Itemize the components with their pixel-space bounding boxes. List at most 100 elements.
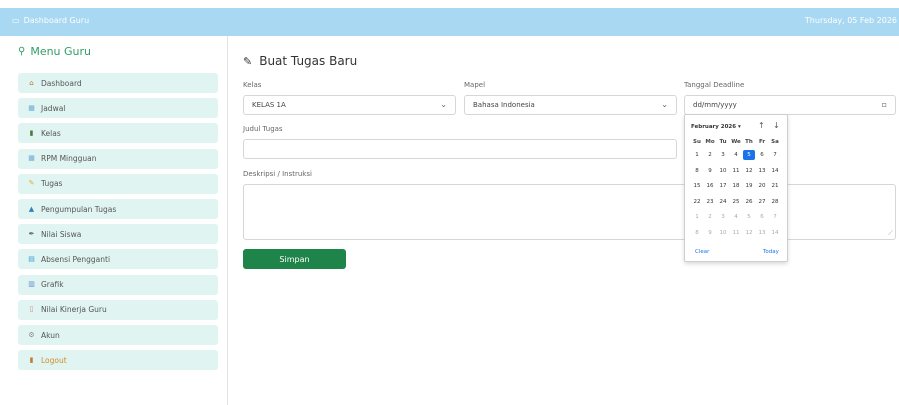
calendar-day[interactable]: 24 [717, 197, 729, 207]
kelas-select[interactable]: KELAS 1A ⌄ [243, 95, 456, 115]
calendar-day[interactable]: 12 [743, 166, 755, 176]
clipboard-icon: ▤ [28, 254, 35, 263]
calendar-day[interactable]: 10 [717, 166, 729, 176]
calendar-day[interactable]: 4 [730, 212, 742, 222]
calendar-day[interactable]: 8 [691, 228, 703, 238]
calendar-clear-button[interactable]: Clear [695, 249, 709, 255]
sidebar-item-label: Absensi Pengganti [41, 254, 111, 264]
sidebar-item-label: Grafik [41, 280, 64, 290]
calendar-day[interactable]: 3 [717, 212, 729, 222]
sidebar-item-label: Pengumpulan Tugas [41, 204, 117, 214]
calendar-weekday: Fr [758, 139, 766, 145]
pen-icon: ✒ [28, 229, 35, 238]
calendar-day[interactable]: 6 [756, 150, 768, 160]
calendar-today-button[interactable]: Today [763, 249, 779, 255]
calendar-day[interactable]: 11 [730, 166, 742, 176]
current-date: Thursday, 05 Feb 2026 [804, 16, 897, 25]
arrow-down-icon[interactable]: ↓ [773, 121, 780, 130]
resize-handle-icon[interactable]: ⟋ [888, 229, 893, 238]
app-title: Dashboard Guru [23, 16, 90, 25]
simpan-button[interactable]: Simpan [243, 249, 346, 269]
calendar-weekday: Mo [705, 139, 715, 145]
calendar-day[interactable]: 2 [704, 212, 716, 222]
calendar-day[interactable]: 3 [717, 150, 729, 160]
calendar-day[interactable]: 18 [730, 181, 742, 191]
calendar-month-selector[interactable]: February 2026 ▾ [691, 124, 741, 130]
calendar-day[interactable]: 13 [756, 166, 768, 176]
calendar-day[interactable]: 11 [730, 228, 742, 238]
sidebar-item-nilai-kinerja-guru[interactable]: ▯ Nilai Kinerja Guru [18, 299, 218, 320]
deadline-label: Tanggal Deadline [684, 81, 745, 89]
sidebar-item-rpm-mingguan[interactable]: ▦ RPM Mingguan [18, 148, 218, 169]
sidebar-item-label: Logout [41, 355, 67, 365]
gear-icon: ⚙ [28, 330, 35, 339]
calendar-day[interactable]: 9 [704, 228, 716, 238]
arrow-up-icon[interactable]: ↑ [758, 121, 765, 130]
calendar-day[interactable]: 21 [769, 181, 781, 191]
calendar-day[interactable]: 13 [756, 228, 768, 238]
calendar-day[interactable]: 25 [730, 197, 742, 207]
sidebar-item-grafik[interactable]: ▥ Grafik [18, 274, 218, 295]
calendar-weekday: We [731, 139, 741, 145]
calendar-icon: ▦ [28, 154, 35, 163]
upload-icon: ▲ [28, 204, 35, 213]
calendar-weekday: Sa [771, 139, 779, 145]
calendar-day[interactable]: 12 [743, 228, 755, 238]
sidebar: ⚲ Menu Guru ⌂ Dashboard ▦ Jadwal ▮ Kelas ▦ RPM … [0, 36, 228, 405]
books-icon: ▮ [29, 128, 34, 137]
calendar-day[interactable]: 26 [743, 197, 755, 207]
calendar-day[interactable]: 20 [756, 181, 768, 191]
sidebar-item-pengumpulan-tugas[interactable]: ▲ Pengumpulan Tugas [18, 199, 218, 219]
deadline-date-input[interactable]: dd/mm/yyyy ▫ [684, 95, 896, 115]
sidebar-item-label: Nilai Siswa [41, 229, 82, 239]
sidebar-item-akun[interactable]: ⚙ Akun [18, 325, 218, 345]
calendar-day[interactable]: 23 [704, 197, 716, 207]
sidebar-item-dashboard[interactable]: ⌂ Dashboard [18, 73, 218, 93]
calendar-day[interactable]: 27 [756, 197, 768, 207]
deskripsi-textarea[interactable]: ⟋ [243, 184, 896, 240]
calendar-day[interactable]: 7 [769, 212, 781, 222]
calendar-day[interactable]: 28 [769, 197, 781, 207]
calendar-day[interactable]: 14 [769, 228, 781, 238]
sidebar-item-label: Nilai Kinerja Guru [41, 305, 107, 315]
brand: ▭ Dashboard Guru [12, 16, 89, 25]
calendar-day[interactable]: 4 [730, 150, 742, 160]
sidebar-item-tugas[interactable]: ✎ Tugas [18, 173, 218, 194]
sidebar-item-absensi-pengganti[interactable]: ▤ Absensi Pengganti [18, 249, 218, 270]
monitor-icon: ▭ [12, 16, 20, 25]
calendar-day[interactable]: 14 [769, 166, 781, 176]
calendar-icon[interactable]: ▫ [882, 100, 887, 109]
date-picker-popup: February 2026 ▾ ↑ ↓ Su Mo Tu We Th Fr Sa 1 2 3 4 5 6… [684, 114, 788, 262]
edit-icon: ✎ [243, 54, 253, 68]
calendar-day[interactable]: 15 [691, 181, 703, 191]
calendar-day[interactable]: 22 [691, 197, 703, 207]
page-title: ✎ Buat Tugas Baru [243, 54, 358, 68]
calendar-day[interactable]: 1 [691, 212, 703, 222]
calendar-day[interactable]: 9 [704, 166, 716, 176]
calendar-day[interactable]: 2 [704, 150, 716, 160]
calendar-day[interactable]: 19 [743, 181, 755, 191]
calendar-day-selected[interactable]: 5 [743, 150, 755, 160]
calendar-day[interactable]: 10 [717, 228, 729, 238]
calendar-day[interactable]: 8 [691, 166, 703, 176]
calendar-day[interactable]: 5 [743, 212, 755, 222]
calendar-weekday: Su [693, 139, 701, 145]
sidebar-item-jadwal[interactable]: ▦ Jadwal [18, 98, 218, 119]
sidebar-item-nilai-siswa[interactable]: ✒ Nilai Siswa [18, 224, 218, 245]
calendar-day[interactable]: 6 [756, 212, 768, 222]
calendar-day[interactable]: 16 [704, 181, 716, 191]
deskripsi-label: Deskripsi / Instruksi [243, 170, 312, 178]
calendar-day[interactable]: 7 [769, 150, 781, 160]
top-bar: ▭ Dashboard Guru Thursday, 05 Feb 2026 [0, 8, 899, 36]
calendar-day[interactable]: 1 [691, 150, 703, 160]
chevron-down-icon: ⌄ [440, 100, 447, 109]
chart-icon: ▥ [28, 280, 35, 289]
document-icon: ▯ [29, 305, 34, 314]
sidebar-item-kelas[interactable]: ▮ Kelas [18, 123, 218, 144]
deadline-value: dd/mm/yyyy [693, 101, 737, 109]
calendar-day[interactable]: 17 [717, 181, 729, 191]
judul-input[interactable] [243, 139, 677, 159]
pencil-icon: ✎ [28, 179, 35, 188]
mapel-select[interactable]: Bahasa Indonesia ⌄ [464, 95, 677, 115]
sidebar-item-logout[interactable]: ▮ Logout [18, 350, 218, 371]
